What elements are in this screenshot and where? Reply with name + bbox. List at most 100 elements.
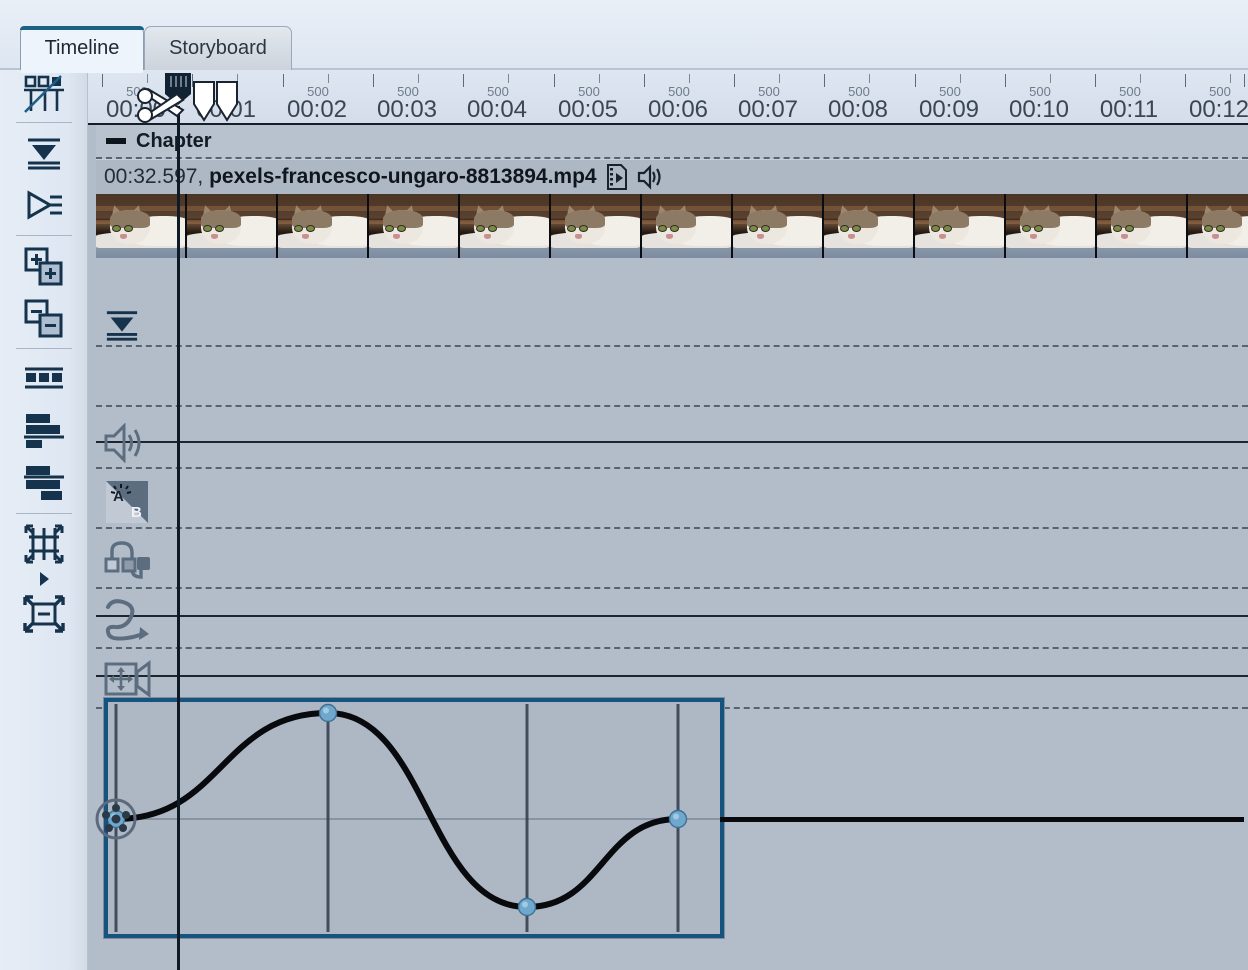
ruler-tick-major xyxy=(1185,74,1186,87)
ruler-tick-label: 00:09 xyxy=(919,96,979,124)
tool-expand-tracks[interactable] xyxy=(0,179,88,231)
ruler-subtick-label: 500 xyxy=(578,84,600,99)
clip-filmstrip[interactable] xyxy=(96,194,1248,258)
ruler-tick-label: 00:02 xyxy=(287,96,347,124)
pan-crop-icon xyxy=(103,658,153,700)
ruler-tick-label: 00:08 xyxy=(828,96,888,124)
align-left-icon xyxy=(23,412,65,450)
clip-thumbnail xyxy=(733,194,824,258)
film-reel-icon xyxy=(94,797,138,841)
clip-thumbnail xyxy=(278,194,369,258)
row-divider xyxy=(96,587,1248,589)
clip-thumbnail xyxy=(1006,194,1097,258)
keyframe-dot-highlight xyxy=(323,708,329,714)
tool-expand-arrow[interactable] xyxy=(0,570,88,588)
ruler-tick-minor xyxy=(418,74,419,83)
tab-bar: Timeline Storyboard xyxy=(0,0,1248,70)
ruler-tick-minor xyxy=(328,74,329,83)
tool-fit-project[interactable] xyxy=(0,588,88,640)
ruler-subtick-label: 500 xyxy=(397,84,419,99)
scissors-cursor[interactable] xyxy=(133,80,189,135)
tab-storyboard[interactable]: Storyboard xyxy=(144,26,292,70)
track-height-icon xyxy=(23,367,65,391)
svg-text:A: A xyxy=(113,488,124,505)
row-divider xyxy=(96,345,1248,347)
rail-divider xyxy=(16,235,72,236)
ruler-tick-major xyxy=(554,74,555,87)
timeline-overview-icon xyxy=(23,74,65,114)
envelope-curve[interactable] xyxy=(116,713,678,907)
ruler-tick-major xyxy=(734,74,735,87)
speaker-icon xyxy=(103,423,151,463)
ruler-tick-minor xyxy=(1050,74,1051,83)
collapse-dash-icon[interactable] xyxy=(106,138,126,144)
track-pan-crop-icon[interactable] xyxy=(102,655,154,703)
play-triangle-icon xyxy=(38,571,50,587)
clip-thumbnail xyxy=(642,194,733,258)
timeline-ruler[interactable]: 00:0000:0100:0200:0300:0400:0500:0600:07… xyxy=(88,70,1248,125)
row-divider xyxy=(96,647,1248,649)
tool-remove-track[interactable] xyxy=(0,292,88,344)
track-motion-icon[interactable] xyxy=(102,595,154,645)
video-file-icon[interactable] xyxy=(605,163,629,191)
video-clip[interactable]: 00:32.597, pexels-francesco-ungaro-88138… xyxy=(96,159,1248,257)
ruler-tick-label: 00:07 xyxy=(738,96,798,124)
editor-window: Timeline Storyboard xyxy=(0,0,1248,970)
ruler-tick-label: 00:11 xyxy=(1100,96,1158,124)
track-area[interactable]: Chapter 00:32.597, pexels-francesco-unga… xyxy=(88,125,1248,970)
tool-fit-selection[interactable] xyxy=(0,518,88,570)
tool-collapse-tracks[interactable] xyxy=(0,127,88,179)
tool-track-height[interactable] xyxy=(0,353,88,405)
keyframe-dot[interactable] xyxy=(320,705,337,722)
fit-project-icon xyxy=(22,594,66,634)
clip-thumbnail xyxy=(824,194,915,258)
rail-divider xyxy=(16,513,72,514)
ruler-tick-major xyxy=(824,74,825,87)
track-keyframes-icon[interactable] xyxy=(102,537,154,585)
tool-align-left[interactable] xyxy=(0,405,88,457)
track-video-collapse[interactable] xyxy=(100,307,144,343)
ruler-tick-major xyxy=(1095,74,1096,87)
ruler-tick-minor xyxy=(960,74,961,83)
keyframe-curve-panel[interactable] xyxy=(104,698,724,938)
track-audio-icon[interactable] xyxy=(102,421,152,465)
ruler-subtick-label: 500 xyxy=(487,84,509,99)
ruler-tick-major xyxy=(283,74,284,87)
ruler-subtick-label: 500 xyxy=(848,84,870,99)
tab-timeline[interactable]: Timeline xyxy=(20,26,144,70)
ruler-tick-label: 00:12 xyxy=(1189,96,1248,124)
clip-thumbnail xyxy=(1188,194,1248,258)
ruler-tick-label: 00:04 xyxy=(467,96,527,124)
keyframe-dot[interactable] xyxy=(670,811,687,828)
chapter-row[interactable]: Chapter xyxy=(96,125,1248,159)
tab-timeline-label: Timeline xyxy=(45,37,120,60)
transition-ab-icon: A B xyxy=(104,479,150,525)
row-baseline xyxy=(96,615,1248,617)
tool-timeline-overview[interactable] xyxy=(0,70,88,118)
film-reel-handle-icon[interactable] xyxy=(94,797,138,846)
clip-thumbnail xyxy=(187,194,278,258)
timeline-panel[interactable]: 00:0000:0100:0200:0300:0400:0500:0600:07… xyxy=(88,70,1248,970)
clip-header: 00:32.597, pexels-francesco-ungaro-88138… xyxy=(96,160,665,194)
tool-align-right[interactable] xyxy=(0,457,88,509)
keyframe-dot-highlight xyxy=(522,902,528,908)
trim-marker-cursor[interactable] xyxy=(190,80,242,131)
collapse-down-icon xyxy=(24,135,64,171)
tool-add-track[interactable] xyxy=(0,240,88,292)
ruler-tick-label: 00:10 xyxy=(1009,96,1069,124)
speaker-icon[interactable] xyxy=(637,164,665,190)
track-transition-icon[interactable]: A B xyxy=(102,477,152,527)
ruler-subtick-label: 500 xyxy=(1119,84,1141,99)
rail-divider xyxy=(16,122,72,123)
keyframe-dot[interactable] xyxy=(519,899,536,916)
ruler-tick-minor xyxy=(869,74,870,83)
ruler-tick-major xyxy=(463,74,464,87)
ruler-tick-label: 00:06 xyxy=(648,96,708,124)
keyframe-dot-highlight xyxy=(673,814,679,820)
clip-filename: pexels-francesco-ungaro-8813894.mp4 xyxy=(209,165,597,188)
clip-thumbnail xyxy=(369,194,460,258)
clip-thumbnail xyxy=(96,194,187,258)
row-baseline xyxy=(96,675,1248,677)
keyframe-curve[interactable] xyxy=(108,702,720,934)
fit-selection-icon xyxy=(22,524,66,564)
